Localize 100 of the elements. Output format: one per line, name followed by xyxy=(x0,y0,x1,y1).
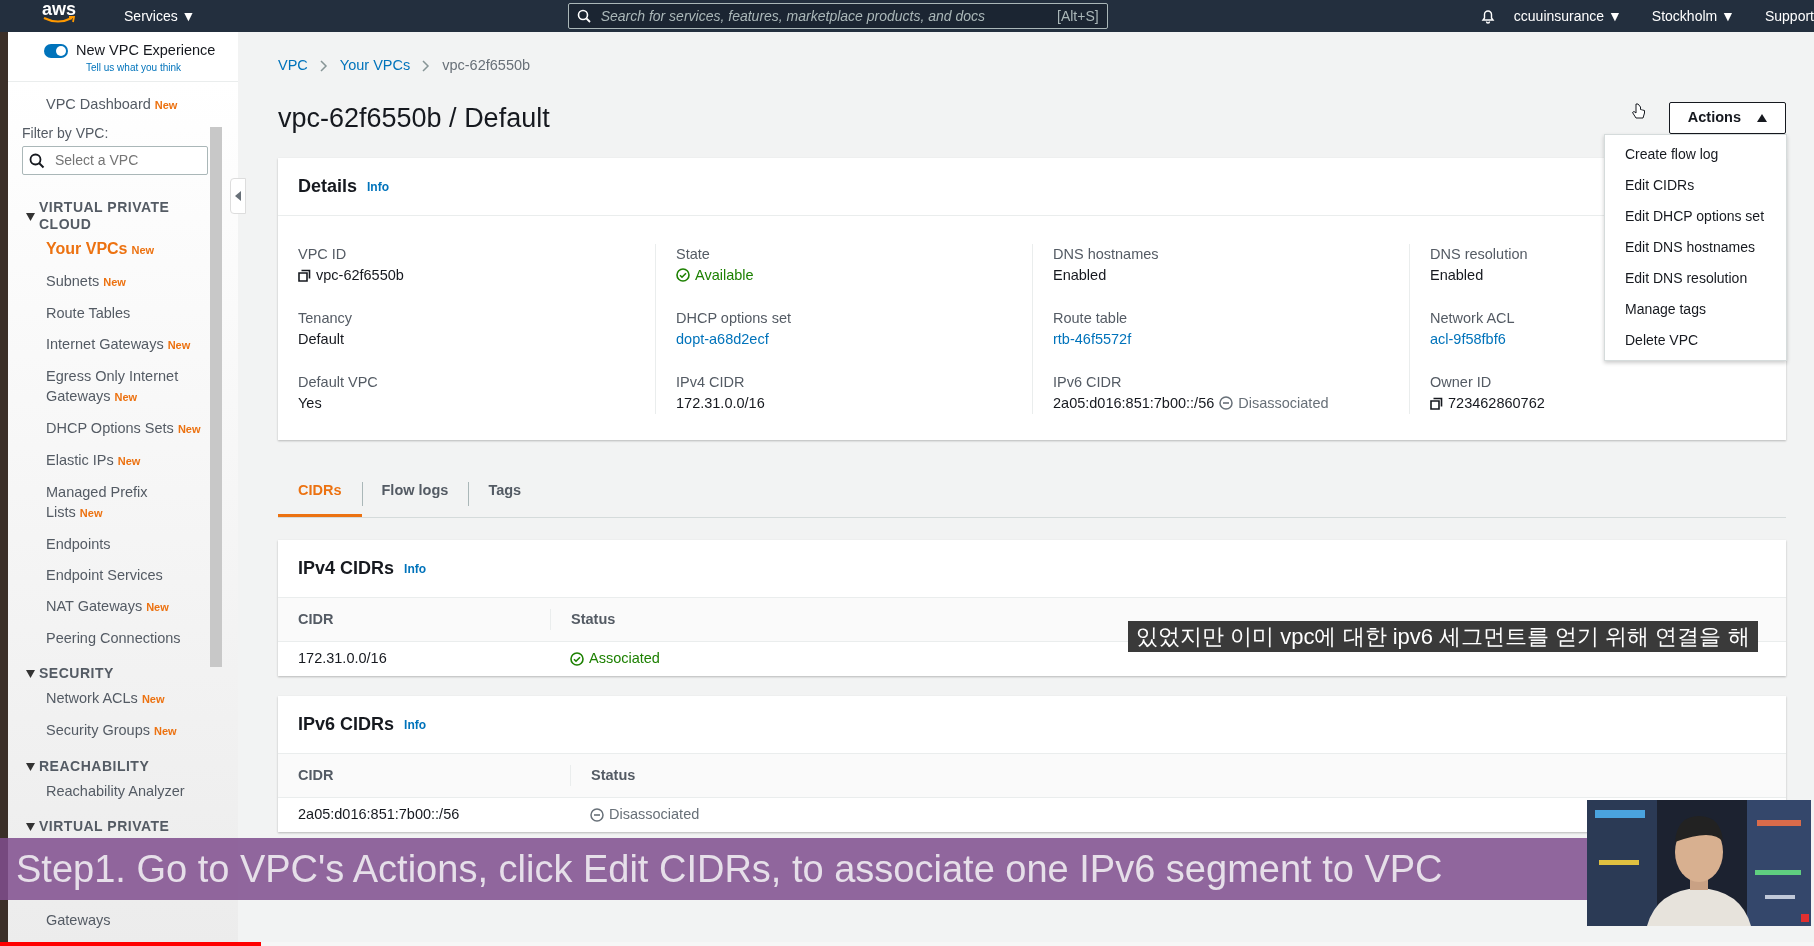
nav-item[interactable]: Route Tables xyxy=(28,303,208,323)
toggle-switch[interactable] xyxy=(44,43,68,58)
nav-item[interactable]: Elastic IPs New xyxy=(28,450,208,471)
copy-icon xyxy=(1430,396,1443,410)
status-text: Disassociated xyxy=(1238,394,1329,413)
nav-item[interactable]: DHCP Options Sets New xyxy=(28,418,208,439)
card-title: Details xyxy=(298,175,358,198)
new-tag: New xyxy=(177,423,201,435)
nav-item[interactable]: Reachability Analyzer xyxy=(28,781,208,801)
collapse-button[interactable] xyxy=(230,178,246,214)
check-circle-icon xyxy=(570,652,584,666)
section-heading[interactable]: VIRTUAL PRIVATE CLOUD xyxy=(26,199,208,233)
field-value: Yes xyxy=(298,394,322,413)
new-tag: New xyxy=(146,601,169,613)
field-value: Enabled xyxy=(1430,266,1484,285)
section-heading[interactable]: SECURITY xyxy=(26,665,208,682)
new-tag: New xyxy=(141,693,165,705)
nav-item[interactable]: Gateways xyxy=(28,910,208,930)
search-icon xyxy=(29,152,45,169)
caret-icon xyxy=(26,212,35,221)
menu-item[interactable]: Manage tags xyxy=(1605,294,1786,325)
new-tag: New xyxy=(79,507,103,519)
nav-item[interactable]: VPC Dashboard New xyxy=(28,94,208,115)
actions-button[interactable]: Actions xyxy=(1668,102,1786,134)
support-menu[interactable]: Support xyxy=(1764,5,1814,27)
minus-circle-icon xyxy=(1219,396,1234,410)
card-title: IPv4 CIDRs xyxy=(298,557,395,580)
nav-item[interactable]: Network ACLs New xyxy=(28,688,208,709)
nav-item[interactable]: Subnets New xyxy=(28,271,208,292)
menu-item[interactable]: Delete VPC xyxy=(1605,325,1786,356)
field-value: 172.31.0.0/16 xyxy=(676,394,765,413)
check-circle-icon xyxy=(676,268,690,282)
minus-circle-icon xyxy=(590,808,604,822)
nav-item[interactable]: Endpoint Services xyxy=(28,565,208,585)
scrollbar[interactable] xyxy=(210,127,222,667)
feedback-link[interactable]: Tell us what you think xyxy=(86,59,238,75)
services-menu[interactable]: Services ▼ xyxy=(124,5,196,27)
menu-item[interactable]: Edit DNS resolution xyxy=(1605,263,1786,294)
breadcrumb-link[interactable]: VPC xyxy=(278,55,308,77)
nav-item[interactable]: Managed Prefix Lists New xyxy=(28,482,208,523)
chevron-icon xyxy=(422,60,431,72)
caret-icon xyxy=(1757,114,1767,122)
bell-icon xyxy=(1479,8,1496,24)
column-header: Status xyxy=(570,764,1786,787)
column-header: CIDR xyxy=(297,609,335,629)
field-value: 723462860762 xyxy=(1448,394,1545,413)
field-label: State xyxy=(676,245,710,264)
toggle-label: New VPC Experience xyxy=(76,41,216,60)
caption-banner: Step1. Go to VPC's Actions, click Edit CIDRs, to associate one IPv6 segment to VPC xyxy=(0,838,1588,900)
menu-item[interactable]: Edit DHCP options set xyxy=(1605,201,1786,232)
new-tag: New xyxy=(167,339,191,351)
field-link[interactable]: acl-9f58fbf6 xyxy=(1430,328,1506,350)
nav-item[interactable]: Internet Gateways New xyxy=(28,334,208,355)
field-value: Default xyxy=(298,330,344,349)
search-box[interactable]: Search for services, features, marketplace products, and docs [Alt+S] xyxy=(567,3,1108,29)
status-text: Associated xyxy=(589,649,660,669)
section-heading[interactable]: VIRTUAL PRIVATE xyxy=(26,818,208,835)
filter-field[interactable]: Select a VPC xyxy=(53,149,163,172)
nav-item[interactable]: Endpoints xyxy=(28,534,208,554)
nav-item[interactable]: Security Groups New xyxy=(28,720,208,741)
filter-box[interactable]: Select a VPC xyxy=(22,146,208,175)
new-tag: New xyxy=(153,725,177,737)
tab[interactable]: Tags xyxy=(468,468,542,517)
logo[interactable]: aws xyxy=(42,2,77,24)
chevron-icon xyxy=(319,60,328,72)
field-label: Default VPC xyxy=(298,373,378,392)
field-link[interactable]: rtb-46f5572f xyxy=(1053,328,1132,350)
subtitle: 있었지만 이미 vpc에 대한 ipv6 세그먼트를 얻기 위해 연결을 해 xyxy=(1128,621,1758,652)
caret-icon xyxy=(235,191,241,201)
section-heading[interactable]: REACHABILITY xyxy=(26,758,208,775)
caret-icon xyxy=(26,763,35,772)
nav-item[interactable]: Egress Only Internet Gateways New xyxy=(28,366,208,407)
breadcrumb-link[interactable]: Your VPCs xyxy=(339,55,411,77)
shortcut-hint: [Alt+S] xyxy=(1057,6,1099,26)
field-label: Route table xyxy=(1053,309,1128,328)
info-link[interactable]: Info xyxy=(367,177,390,196)
field-link[interactable]: dopt-a68d2ecf xyxy=(676,328,769,350)
region-menu[interactable]: Stockholm ▼ xyxy=(1651,5,1735,27)
field-label: IPv6 CIDR xyxy=(1053,373,1122,392)
menu-item[interactable]: Edit CIDRs xyxy=(1605,170,1786,201)
field-label: Tenancy xyxy=(298,309,352,328)
nav-item[interactable]: NAT Gateways New xyxy=(28,596,208,617)
field-label: DNS hostnames xyxy=(1053,245,1159,264)
info-link[interactable]: Info xyxy=(404,559,427,578)
menu-item[interactable]: Edit DNS hostnames xyxy=(1605,232,1786,263)
field-value: vpc-62f6550b xyxy=(316,266,404,285)
account-menu[interactable]: ccuuinsurance ▼ xyxy=(1513,5,1622,27)
field-label: Network ACL xyxy=(1430,309,1515,328)
menu-item[interactable]: Create flow log xyxy=(1605,139,1786,170)
filter-label: Filter by VPC: xyxy=(22,124,110,143)
nav-item[interactable]: Peering Connections xyxy=(28,628,208,648)
info-link[interactable]: Info xyxy=(404,715,427,734)
search-field[interactable]: Search for services, features, marketplace products, and docs xyxy=(598,4,1049,28)
field-label: DNS resolution xyxy=(1430,245,1528,264)
copy-icon xyxy=(298,268,311,282)
column-header: CIDR xyxy=(297,765,335,785)
new-tag: New xyxy=(131,244,155,256)
tab[interactable]: Flow logs xyxy=(361,468,469,517)
page-title: vpc-62f6550b / Default xyxy=(278,101,550,135)
table-cell-text: 2a05:d016:851:7b00::/56 xyxy=(297,805,461,825)
